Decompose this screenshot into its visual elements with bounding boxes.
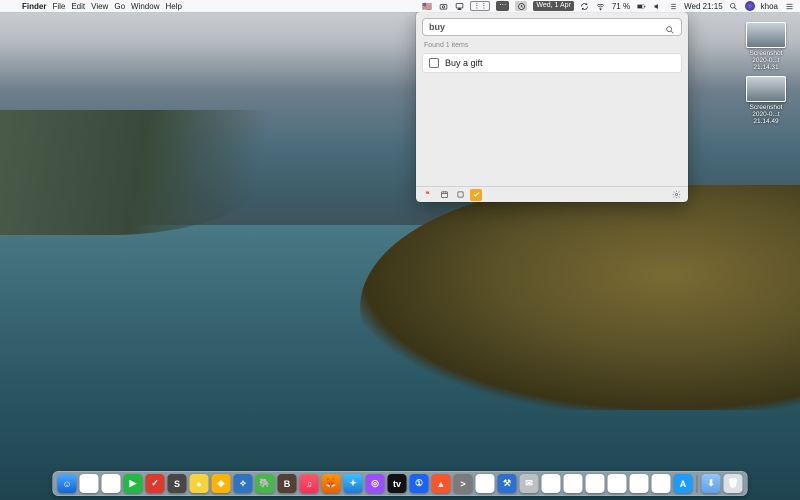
dock-app-mail[interactable]: ✉ xyxy=(520,474,539,493)
wifi-icon[interactable] xyxy=(596,1,606,11)
menubar: Finder File Edit View Go Window Help 🇺🇸 … xyxy=(0,0,800,12)
dock: ☺◉✱▶✓S●◆⟡🐘B♫🦊✦◎tv①▲>✎⚒✉☐☐⌂◧⊞⎙A⬇🗑 xyxy=(53,471,748,496)
checkbox[interactable] xyxy=(429,58,439,68)
results-count: Found 1 items xyxy=(416,42,688,53)
file-subname: 2020-0...t 21.14.49 xyxy=(742,111,790,125)
menubar-date[interactable]: Wed, 1 Apr xyxy=(533,1,574,11)
battery-percent: 71 % xyxy=(612,2,630,11)
filter-done-icon[interactable] xyxy=(470,189,482,201)
dock-app-firefox[interactable]: 🦊 xyxy=(322,474,341,493)
desktop-file[interactable]: Screenshot 2020-0...t 21.14.49 xyxy=(742,76,790,125)
menu-file[interactable]: File xyxy=(52,2,65,11)
dock-app-vscode[interactable]: ⟡ xyxy=(234,474,253,493)
menu-window[interactable]: Window xyxy=(131,2,159,11)
dock-app-app3[interactable]: ☐ xyxy=(564,474,583,493)
menu-edit[interactable]: Edit xyxy=(71,2,85,11)
dock-app-app6[interactable]: ⊞ xyxy=(630,474,649,493)
dock-app-appstore[interactable]: A xyxy=(674,474,693,493)
airplay-icon[interactable] xyxy=(454,1,464,11)
menu-view[interactable]: View xyxy=(91,2,108,11)
settings-icon[interactable] xyxy=(670,189,682,201)
dock-app-sketch[interactable]: ◆ xyxy=(212,474,231,493)
results-list: Buy a gift xyxy=(416,53,688,186)
app-menu[interactable]: Finder xyxy=(22,2,46,11)
search-icon xyxy=(665,22,675,32)
desktop-file[interactable]: Screenshot 2020-0...t 21.14.31 xyxy=(742,22,790,71)
wallpaper-cliff xyxy=(360,185,800,410)
dock-app-app5[interactable]: ◧ xyxy=(608,474,627,493)
filter-flag-icon[interactable] xyxy=(422,189,434,201)
dock-app-todo[interactable]: ✓ xyxy=(146,474,165,493)
status-box-icon[interactable]: ⋯ xyxy=(496,1,509,11)
dock-app-app7[interactable]: ⎙ xyxy=(652,474,671,493)
dock-separator xyxy=(697,475,698,493)
siri-icon[interactable] xyxy=(745,1,755,11)
popover-footer xyxy=(416,186,688,202)
thumbnail-icon xyxy=(746,22,786,48)
dock-app-evernote[interactable]: 🐘 xyxy=(256,474,275,493)
search-input[interactable] xyxy=(429,22,665,32)
menu-help[interactable]: Help xyxy=(165,2,181,11)
dock-app-xcode[interactable]: ⚒ xyxy=(498,474,517,493)
dock-app-bear[interactable]: B xyxy=(278,474,297,493)
menubar-user[interactable]: khoa xyxy=(761,2,778,11)
dock-app-1password[interactable]: ① xyxy=(410,474,429,493)
status-pill-icon[interactable]: ⋮⋮ xyxy=(470,1,490,11)
dock-app-podcasts[interactable]: ◎ xyxy=(366,474,385,493)
result-title: Buy a gift xyxy=(445,58,483,68)
dock-app-loom[interactable]: ● xyxy=(190,474,209,493)
dock-app-finder[interactable]: ☺ xyxy=(58,474,77,493)
dock-app-music[interactable]: ♫ xyxy=(300,474,319,493)
apple-menu[interactable] xyxy=(6,1,16,11)
dock-app-tv[interactable]: tv xyxy=(388,474,407,493)
dock-app-downloads[interactable]: ⬇ xyxy=(702,474,721,493)
dock-app-notes[interactable]: ✎ xyxy=(476,474,495,493)
dock-app-app4[interactable]: ⌂ xyxy=(586,474,605,493)
filter-calendar-icon[interactable] xyxy=(438,189,450,201)
dock-app-sublime[interactable]: S xyxy=(168,474,187,493)
dock-app-safari[interactable]: ✦ xyxy=(344,474,363,493)
search-popover: Found 1 items Buy a gift xyxy=(416,12,688,202)
battery-icon[interactable] xyxy=(636,1,646,11)
dock-app-terminal[interactable]: > xyxy=(454,474,473,493)
file-subname: 2020-0...t 21.14.31 xyxy=(742,57,790,71)
fantastical-icon[interactable] xyxy=(515,1,527,11)
notifications-icon[interactable] xyxy=(784,1,794,11)
control-icon[interactable] xyxy=(668,1,678,11)
spotlight-icon[interactable] xyxy=(729,1,739,11)
dock-app-chrome[interactable]: ◉ xyxy=(80,474,99,493)
search-field[interactable] xyxy=(422,18,682,36)
input-flag-icon[interactable]: 🇺🇸 xyxy=(422,1,432,11)
wallpaper-cliff-left xyxy=(0,110,280,235)
menubar-time[interactable]: Wed 21:15 xyxy=(684,2,723,11)
camera-icon[interactable] xyxy=(438,1,448,11)
dock-app-brave[interactable]: ▲ xyxy=(432,474,451,493)
sync-icon[interactable] xyxy=(580,1,590,11)
dock-app-launch[interactable]: ▶ xyxy=(124,474,143,493)
dock-app-app2[interactable]: ☐ xyxy=(542,474,561,493)
desktop: Finder File Edit View Go Window Help 🇺🇸 … xyxy=(0,0,800,500)
volume-icon[interactable] xyxy=(652,1,662,11)
filter-todo-icon[interactable] xyxy=(454,189,466,201)
thumbnail-icon xyxy=(746,76,786,102)
menu-go[interactable]: Go xyxy=(114,2,125,11)
dock-app-trash[interactable]: 🗑 xyxy=(724,474,743,493)
result-row[interactable]: Buy a gift xyxy=(422,53,682,73)
dock-app-slack[interactable]: ✱ xyxy=(102,474,121,493)
